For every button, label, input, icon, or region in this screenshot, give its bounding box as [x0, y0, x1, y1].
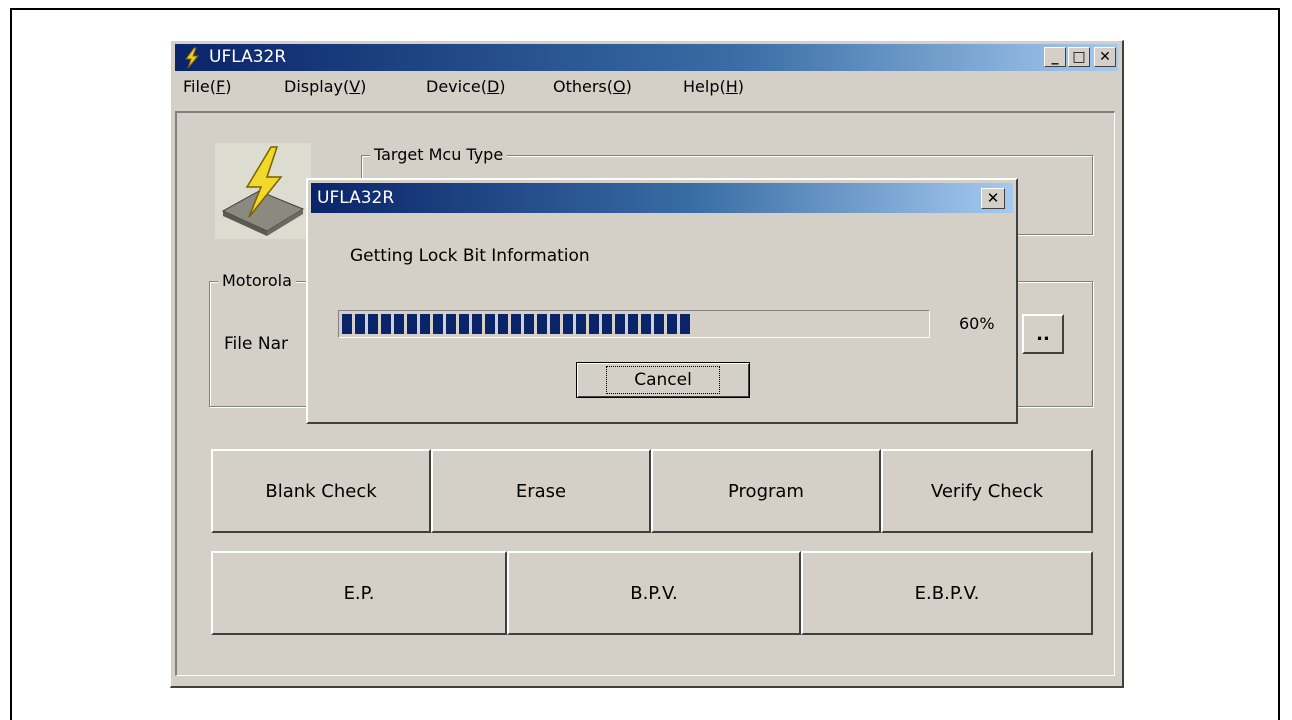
- progress-bar: [338, 310, 930, 338]
- program-button[interactable]: Program: [651, 449, 881, 533]
- browse-button[interactable]: ..: [1022, 314, 1064, 354]
- target-mcu-label: Target Mcu Type: [370, 145, 508, 165]
- file-name-label: File Nar: [224, 334, 288, 354]
- menu-others[interactable]: Others(O): [553, 74, 632, 100]
- dialog-titlebar[interactable]: UFLA32R ✕: [311, 183, 1013, 213]
- blank-check-button[interactable]: Blank Check: [211, 449, 431, 533]
- bpv-button[interactable]: B.P.V.: [507, 551, 801, 635]
- progress-dialog: UFLA32R ✕ Getting Lock Bit Information 6…: [306, 178, 1018, 424]
- dialog-title: UFLA32R: [317, 188, 395, 208]
- ebpv-button[interactable]: E.B.P.V.: [801, 551, 1093, 635]
- menu-help[interactable]: Help(H): [683, 74, 744, 100]
- main-titlebar[interactable]: UFLA32R _ □ ✕: [175, 44, 1118, 71]
- ep-button[interactable]: E.P.: [211, 551, 507, 635]
- status-message: Getting Lock Bit Information: [350, 246, 590, 266]
- maximize-button[interactable]: □: [1068, 47, 1090, 67]
- cancel-label: Cancel: [606, 366, 720, 394]
- erase-button[interactable]: Erase: [431, 449, 651, 533]
- close-button[interactable]: ✕: [1094, 47, 1116, 67]
- window-title: UFLA32R: [209, 47, 287, 67]
- file-group-label: Motorola: [218, 271, 296, 291]
- cancel-button[interactable]: Cancel: [576, 362, 750, 398]
- progress-fill: [342, 314, 690, 334]
- menu-file[interactable]: File(F): [183, 74, 231, 100]
- lightning-app-icon: [185, 47, 200, 69]
- verify-check-button[interactable]: Verify Check: [881, 449, 1093, 533]
- chip-lightning-icon: [215, 143, 311, 239]
- menu-device[interactable]: Device(D): [426, 74, 506, 100]
- menu-display[interactable]: Display(V): [284, 74, 366, 100]
- minimize-button[interactable]: _: [1044, 47, 1066, 67]
- dialog-close-button[interactable]: ✕: [981, 188, 1005, 209]
- progress-percent: 60%: [959, 314, 995, 333]
